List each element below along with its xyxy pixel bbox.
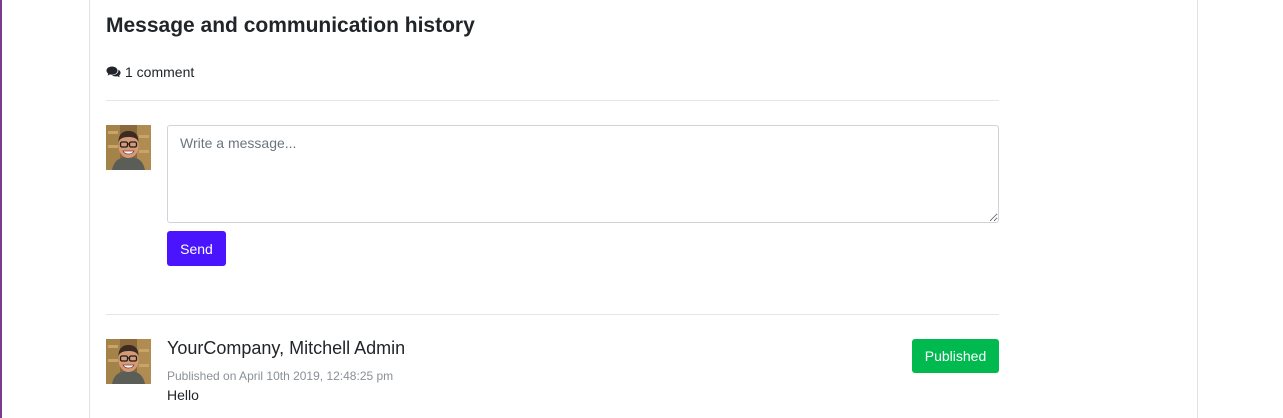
- message-input[interactable]: [167, 125, 999, 223]
- comment-count: 1 comment: [106, 64, 194, 80]
- section-divider: [106, 100, 999, 101]
- message-body: Hello: [167, 387, 199, 403]
- comments-icon: [106, 66, 121, 78]
- message-timestamp: Published on April 10th 2019, 12:48:25 p…: [167, 369, 394, 383]
- composer-divider: [106, 314, 999, 315]
- window-left-accent: [0, 0, 2, 418]
- message-author: YourCompany, Mitchell Admin: [167, 338, 406, 358]
- communication-panel: Message and communication history 1 comm…: [89, 0, 1198, 418]
- composer-avatar: [106, 125, 151, 170]
- message-avatar: [106, 339, 151, 384]
- status-badge: Published: [912, 339, 999, 373]
- send-button[interactable]: Send: [167, 231, 226, 266]
- section-title: Message and communication history: [106, 14, 475, 37]
- comment-count-label: 1 comment: [125, 64, 195, 80]
